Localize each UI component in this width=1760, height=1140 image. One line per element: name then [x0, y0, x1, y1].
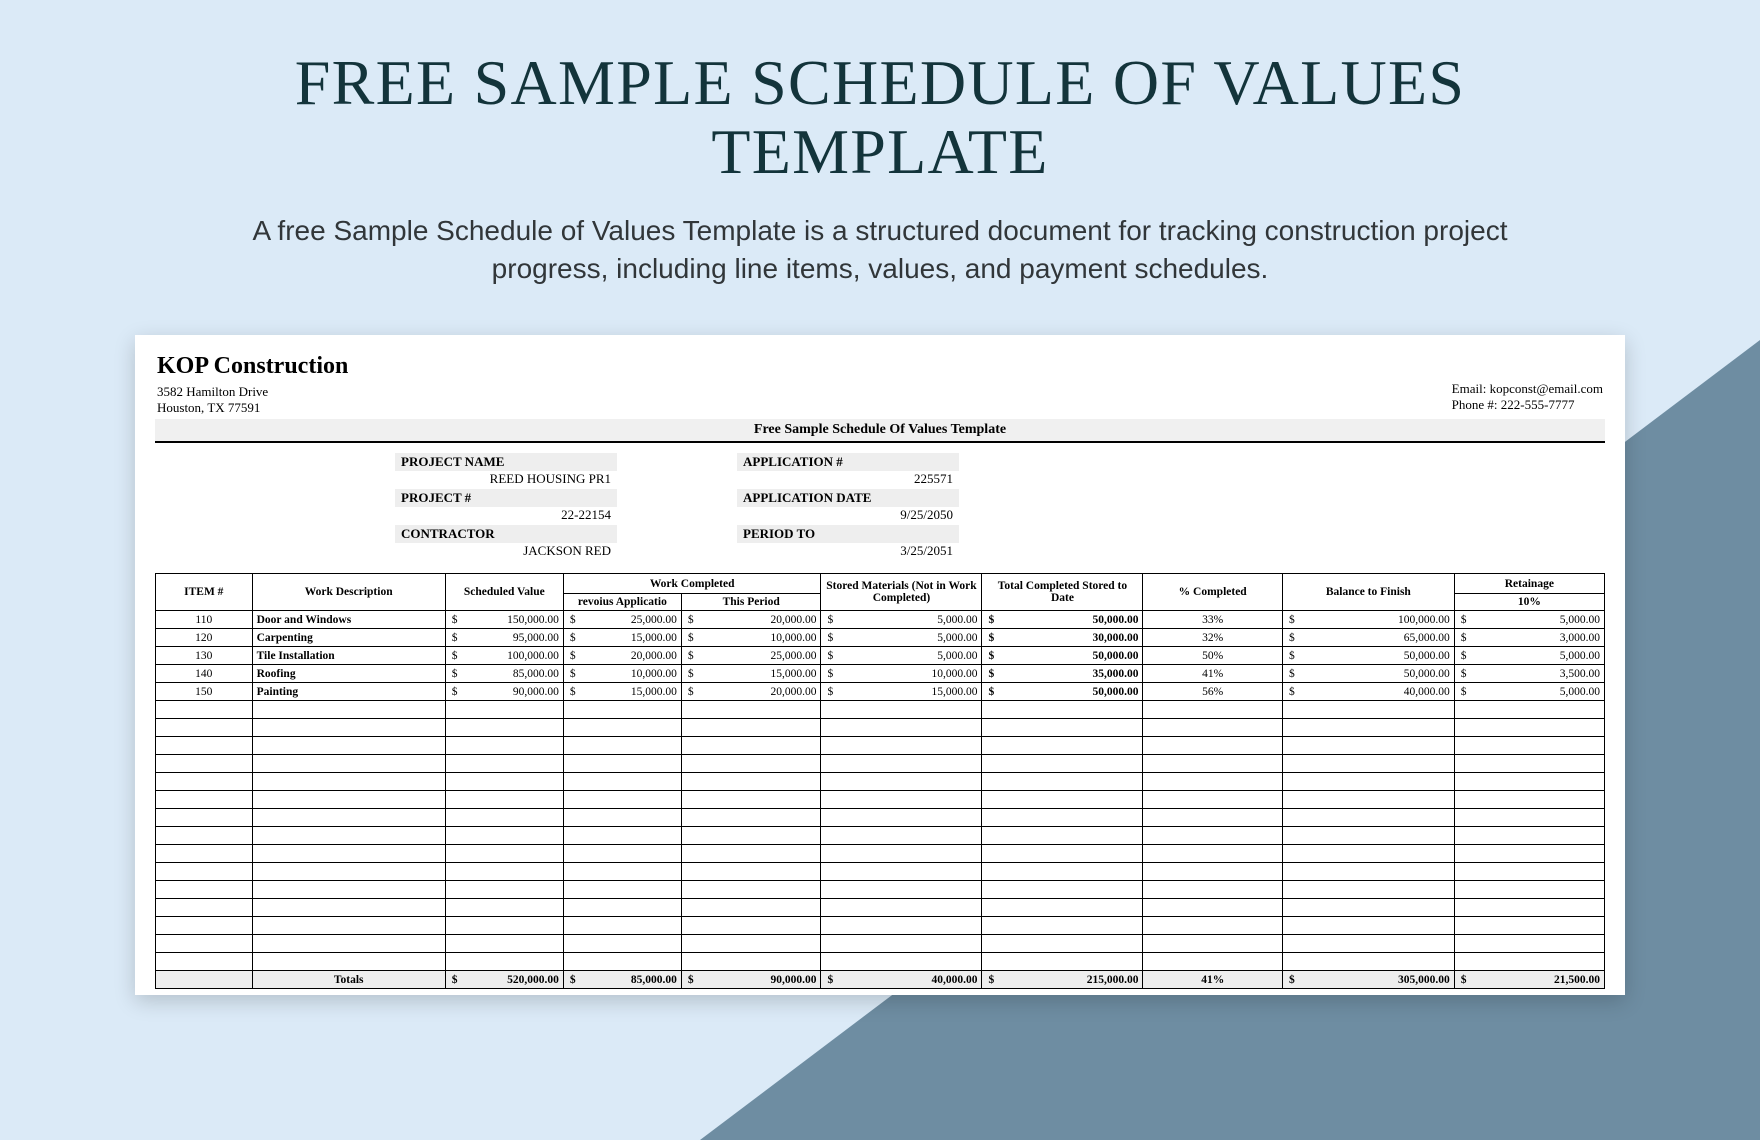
table-row: 140Roofing85,000.0010,000.0015,000.0010,… [156, 665, 1605, 683]
table-row: 130Tile Installation100,000.0020,000.002… [156, 647, 1605, 665]
meta-row: PROJECT NAMEREED HOUSING PR1 [395, 453, 617, 487]
col-desc: Work Description [252, 574, 445, 611]
meta-label: APPLICATION DATE [737, 489, 959, 507]
table-row-blank [156, 737, 1605, 755]
col-wc: Work Completed [563, 574, 821, 594]
table-row-blank [156, 809, 1605, 827]
doc-header: KOP Construction 3582 Hamilton Drive Hou… [135, 335, 1625, 419]
contact-block: Email: kopconst@email.com Phone #: 222-5… [1452, 381, 1603, 415]
col-pct: % Completed [1143, 574, 1283, 611]
company-phone: Phone #: 222-555-7777 [1452, 397, 1603, 413]
table-row: 120Carpenting95,000.0015,000.0010,000.00… [156, 629, 1605, 647]
table-row-blank [156, 953, 1605, 971]
meta-label: PROJECT NAME [395, 453, 617, 471]
col-item: ITEM # [156, 574, 253, 611]
company-name: KOP Construction [157, 353, 348, 380]
col-this: This Period [681, 594, 821, 611]
meta-value: 225571 [737, 471, 959, 487]
company-addr1: 3582 Hamilton Drive [157, 384, 348, 400]
table-head: ITEM # Work Description Scheduled Value … [156, 574, 1605, 611]
table-row-blank [156, 755, 1605, 773]
col-ret: Retainage [1454, 574, 1604, 594]
table-row-blank [156, 827, 1605, 845]
hero: FREE SAMPLE SCHEDULE OF VALUES TEMPLATE … [0, 0, 1760, 288]
table-row-blank [156, 719, 1605, 737]
table-row-blank [156, 863, 1605, 881]
meta-label: PERIOD TO [737, 525, 959, 543]
table-row-blank [156, 701, 1605, 719]
col-sched: Scheduled Value [445, 574, 563, 611]
meta-row: APPLICATION DATE9/25/2050 [737, 489, 959, 523]
table-row-blank [156, 773, 1605, 791]
table-row-blank [156, 917, 1605, 935]
col-tot: Total Completed Stored to Date [982, 574, 1143, 611]
table-row-totals: Totals520,000.0085,000.0090,000.0040,000… [156, 971, 1605, 989]
meta-value: JACKSON RED [395, 543, 617, 559]
col-stored: Stored Materials (Not in Work Completed) [821, 574, 982, 611]
company-addr2: Houston, TX 77591 [157, 400, 348, 416]
meta-value: REED HOUSING PR1 [395, 471, 617, 487]
meta-label: PROJECT # [395, 489, 617, 507]
meta-label: APPLICATION # [737, 453, 959, 471]
meta-row: APPLICATION #225571 [737, 453, 959, 487]
meta-value: 22-22154 [395, 507, 617, 523]
company-block: KOP Construction 3582 Hamilton Drive Hou… [157, 353, 348, 415]
meta-row: CONTRACTORJACKSON RED [395, 525, 617, 559]
meta-row: PERIOD TO3/25/2051 [737, 525, 959, 559]
table-row-blank [156, 935, 1605, 953]
meta-value: 3/25/2051 [737, 543, 959, 559]
sov-table: ITEM # Work Description Scheduled Value … [155, 573, 1605, 989]
col-bal: Balance to Finish [1282, 574, 1454, 611]
table-row-blank [156, 791, 1605, 809]
document-container: KOP Construction 3582 Hamilton Drive Hou… [135, 335, 1625, 995]
table-row: 110Door and Windows150,000.0025,000.0020… [156, 611, 1605, 629]
hero-description: A free Sample Schedule of Values Templat… [220, 212, 1540, 288]
meta-left: PROJECT NAMEREED HOUSING PR1PROJECT #22-… [395, 453, 617, 559]
meta-right: APPLICATION #225571APPLICATION DATE9/25/… [737, 453, 959, 559]
col-prev: revoius Applicatio [563, 594, 681, 611]
table-body: 110Door and Windows150,000.0025,000.0020… [156, 611, 1605, 989]
meta-row: PROJECT #22-22154 [395, 489, 617, 523]
meta-section: PROJECT NAMEREED HOUSING PR1PROJECT #22-… [135, 443, 1625, 573]
table-row-blank [156, 899, 1605, 917]
table-row-blank [156, 881, 1605, 899]
document: KOP Construction 3582 Hamilton Drive Hou… [135, 335, 1625, 995]
hero-title: FREE SAMPLE SCHEDULE OF VALUES TEMPLATE [120, 48, 1640, 186]
meta-label: CONTRACTOR [395, 525, 617, 543]
col-ret-pct: 10% [1454, 594, 1604, 611]
table-row: 150Painting90,000.0015,000.0020,000.0015… [156, 683, 1605, 701]
company-email: Email: kopconst@email.com [1452, 381, 1603, 397]
meta-value: 9/25/2050 [737, 507, 959, 523]
table-row-blank [156, 845, 1605, 863]
title-bar: Free Sample Schedule Of Values Template [155, 419, 1605, 443]
